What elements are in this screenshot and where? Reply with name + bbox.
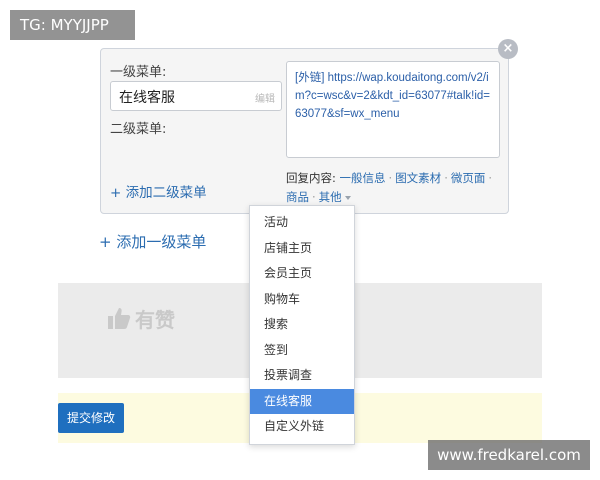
separator-dot: ·: [388, 171, 393, 185]
link-content-box[interactable]: [外链] https://wap.koudaitong.com/v2/im?c=…: [286, 61, 500, 158]
other-options-dropdown: 活动 店铺主页 会员主页 购物车 搜索 签到 投票调查 在线客服 自定义外链: [249, 205, 355, 445]
edit-link[interactable]: 编辑: [255, 90, 275, 105]
first-level-label: 一级菜单:: [110, 65, 167, 80]
watermark-bottom: www.fredkarel.com: [428, 440, 590, 470]
reply-content-row: 回复内容: 一般信息 · 图文素材 · 微页面 · 商品 · 其他: [286, 169, 502, 207]
add-second-level-button[interactable]: + 添加二级菜单: [110, 181, 207, 201]
dropdown-item[interactable]: 自定义外链: [250, 414, 354, 440]
separator-dot: ·: [312, 190, 316, 204]
reply-option-micropage[interactable]: 微页面: [451, 171, 486, 185]
dropdown-item[interactable]: 会员主页: [250, 261, 354, 287]
close-icon[interactable]: ×: [498, 39, 518, 59]
like-brand: 有赞: [107, 303, 175, 333]
submit-button[interactable]: 提交修改: [58, 403, 124, 433]
reply-option-product[interactable]: 商品: [286, 190, 309, 204]
dropdown-item[interactable]: 店铺主页: [250, 236, 354, 262]
screenshot-root: TG: MYYJJPP × 一级菜单: 在线客服 编辑 二级菜单: [外链] h…: [0, 0, 600, 480]
separator-dot: ·: [488, 171, 492, 185]
reply-option-news[interactable]: 图文素材: [395, 171, 441, 185]
dropdown-item[interactable]: 搜索: [250, 312, 354, 338]
reply-option-other[interactable]: 其他: [319, 190, 351, 204]
dropdown-list: 活动 店铺主页 会员主页 购物车 搜索 签到 投票调查 在线客服 自定义外链: [250, 206, 354, 440]
dropdown-item[interactable]: 签到: [250, 338, 354, 364]
watermark-top: TG: MYYJJPP: [10, 10, 135, 40]
reply-option-general[interactable]: 一般信息: [340, 171, 386, 185]
first-level-name-field[interactable]: 在线客服 编辑: [110, 81, 282, 111]
dropdown-item[interactable]: 在线客服: [250, 388, 354, 414]
thumbs-up-icon: [108, 308, 131, 329]
dropdown-item[interactable]: 购物车: [250, 287, 354, 313]
dropdown-item[interactable]: 活动: [250, 210, 354, 236]
dropdown-item[interactable]: 投票调查: [250, 363, 354, 389]
second-level-label: 二级菜单:: [110, 122, 167, 137]
reply-option-other-label: 其他: [318, 190, 342, 204]
chevron-down-icon: [344, 195, 351, 200]
separator-dot: ·: [444, 171, 448, 185]
first-level-name-value: 在线客服: [119, 90, 175, 106]
add-first-level-button[interactable]: + 添加一级菜单: [99, 231, 206, 252]
reply-label: 回复内容:: [286, 171, 336, 185]
like-brand-text: 有赞: [135, 307, 175, 332]
